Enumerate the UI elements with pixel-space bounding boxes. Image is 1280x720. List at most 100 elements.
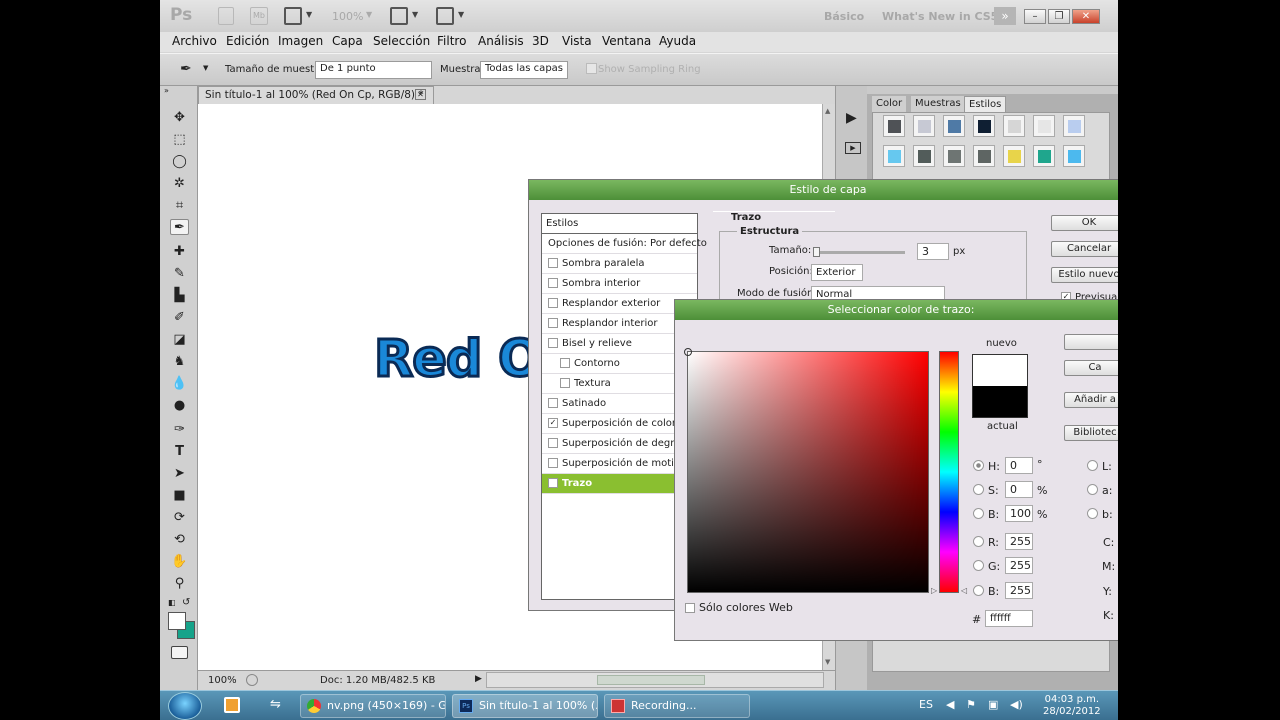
style-list-checkbox[interactable] xyxy=(560,378,570,388)
add-to-swatches-button[interactable]: Añadir a xyxy=(1064,392,1118,408)
style-swatch[interactable] xyxy=(883,115,905,137)
web-colors-toggle[interactable]: Sólo colores Web xyxy=(685,601,793,614)
actions-panel-icon[interactable]: ▶ xyxy=(846,110,857,126)
saturation-input[interactable]: 0 xyxy=(1005,481,1033,498)
taskbar-item-photoshop[interactable]: Ps Sin título-1 al 100% (... xyxy=(452,694,598,718)
foreground-color-swatch[interactable] xyxy=(168,612,186,630)
rectangle-tool-icon[interactable]: ■ xyxy=(170,488,189,504)
view-extras-icon[interactable] xyxy=(284,7,302,25)
styles-list-header[interactable]: Estilos xyxy=(542,214,697,234)
taskbar-item-browser[interactable]: nv.png (450×169) - G... xyxy=(300,694,446,718)
brightness-input[interactable]: 100 xyxy=(1005,505,1033,522)
style-swatch[interactable] xyxy=(1033,145,1055,167)
web-colors-checkbox[interactable] xyxy=(685,603,695,613)
menu-imagen[interactable]: Imagen xyxy=(278,34,323,48)
style-list-item[interactable]: Opciones de fusión: Por defecto xyxy=(542,234,707,254)
style-swatch[interactable] xyxy=(943,145,965,167)
screen-mode-icon[interactable] xyxy=(436,7,454,25)
chevron-down-icon[interactable]: ▼ xyxy=(412,10,418,19)
swap-colors-icon[interactable]: ↺ xyxy=(182,597,190,608)
hex-input[interactable]: ffffff xyxy=(985,610,1033,627)
menu-archivo[interactable]: Archivo xyxy=(172,34,217,48)
lasso-tool-icon[interactable]: ◯ xyxy=(170,154,189,170)
hue-slider-right-arrow-icon[interactable]: ◁ xyxy=(961,586,967,595)
default-colors-icon[interactable]: ◧ xyxy=(168,598,176,607)
menu-3d[interactable]: 3D xyxy=(532,34,549,48)
eyedropper-icon[interactable]: ✒ xyxy=(180,61,192,77)
arrange-documents-icon[interactable] xyxy=(390,7,408,25)
size-slider-thumb[interactable] xyxy=(813,247,820,257)
current-color-swatch[interactable] xyxy=(972,386,1028,418)
sample-select[interactable]: Todas las capas xyxy=(480,61,568,79)
brush-tool-icon[interactable]: ✎ xyxy=(170,266,189,282)
menu-edicion[interactable]: Edición xyxy=(226,34,269,48)
style-list-checkbox[interactable] xyxy=(548,278,558,288)
menu-capa[interactable]: Capa xyxy=(332,34,363,48)
style-list-checkbox[interactable] xyxy=(548,318,558,328)
paint-bucket-tool-icon[interactable]: ♞ xyxy=(170,354,189,370)
blur-tool-icon[interactable]: 💧 xyxy=(170,376,189,392)
blue-input[interactable]: 255 xyxy=(1005,582,1033,599)
type-tool-icon[interactable]: T xyxy=(170,444,189,460)
3d-rotate-tool-icon[interactable]: ⟳ xyxy=(170,510,189,526)
color-field-cursor[interactable] xyxy=(684,348,692,356)
workspace-basic[interactable]: Básico xyxy=(824,10,864,23)
flag-icon[interactable]: ⚑ xyxy=(966,698,976,711)
color-field[interactable] xyxy=(684,348,929,593)
ok-button[interactable]: OK xyxy=(1051,215,1118,231)
zoom-level[interactable]: 100% xyxy=(332,10,363,23)
tab-estilos[interactable]: Estilos xyxy=(964,96,1007,112)
close-tab-icon[interactable]: ✕ xyxy=(415,89,426,100)
style-swatch[interactable] xyxy=(1063,115,1085,137)
brightness-radio[interactable] xyxy=(973,508,984,522)
l-radio[interactable] xyxy=(1087,460,1098,474)
style-swatch[interactable] xyxy=(973,145,995,167)
crop-tool-icon[interactable]: ⌗ xyxy=(170,198,189,214)
quick-selection-tool-icon[interactable]: ✲ xyxy=(170,176,189,192)
mini-bridge-icon[interactable]: Mb xyxy=(250,7,268,25)
healing-brush-tool-icon[interactable]: ✚ xyxy=(170,244,189,260)
ok-button[interactable] xyxy=(1064,334,1118,350)
sampling-ring-checkbox[interactable] xyxy=(586,63,597,74)
workspace-whats-new[interactable]: What's New in CS5 xyxy=(882,10,998,23)
chevron-down-icon[interactable]: ▼ xyxy=(203,64,208,72)
new-style-button[interactable]: Estilo nuevo xyxy=(1051,267,1118,283)
menu-filtro[interactable]: Filtro xyxy=(437,34,466,48)
scroll-thumb[interactable] xyxy=(597,675,705,685)
size-slider[interactable] xyxy=(813,247,905,257)
red-radio[interactable] xyxy=(973,536,984,550)
animation-panel-icon[interactable]: ▶ xyxy=(845,142,861,154)
hue-slider[interactable] xyxy=(939,351,959,593)
status-menu-arrow-icon[interactable]: ▶ xyxy=(475,674,482,684)
style-list-checkbox[interactable]: ✓ xyxy=(548,418,558,428)
style-swatch[interactable] xyxy=(943,115,965,137)
hue-slider-left-arrow-icon[interactable]: ▷ xyxy=(931,586,937,595)
chevron-down-icon[interactable]: ▼ xyxy=(458,10,464,19)
tray-arrow-icon[interactable]: ◀ xyxy=(946,698,954,711)
clone-stamp-tool-icon[interactable]: ▙ xyxy=(170,288,189,304)
saturation-radio[interactable] xyxy=(973,484,984,498)
style-swatch[interactable] xyxy=(1003,115,1025,137)
style-swatch[interactable] xyxy=(1063,145,1085,167)
position-select[interactable]: Exterior xyxy=(811,264,863,281)
start-button[interactable] xyxy=(168,692,202,720)
network-tray-icon[interactable]: ▣ xyxy=(988,698,998,711)
green-radio[interactable] xyxy=(973,560,984,574)
menu-ventana[interactable]: Ventana xyxy=(602,34,651,48)
menu-vista[interactable]: Vista xyxy=(562,34,592,48)
quick-mask-icon[interactable] xyxy=(171,646,188,659)
size-input[interactable]: 3 xyxy=(917,243,949,260)
cancel-button[interactable]: Cancelar xyxy=(1051,241,1118,257)
minimize-button[interactable]: – xyxy=(1024,9,1046,24)
chevron-down-icon[interactable]: ▼ xyxy=(366,10,372,19)
document-tab[interactable]: Sin título-1 al 100% (Red On Cp, RGB/8) … xyxy=(198,86,434,104)
style-list-checkbox[interactable] xyxy=(548,338,558,348)
b-lab-radio[interactable] xyxy=(1087,508,1098,522)
cancel-button[interactable]: Ca xyxy=(1064,360,1118,376)
close-button[interactable]: ✕ xyxy=(1072,9,1100,24)
dodge-tool-icon[interactable]: ● xyxy=(170,398,189,414)
network-icon[interactable]: ⇋ xyxy=(270,697,286,713)
pen-tool-icon[interactable]: ✑ xyxy=(170,422,189,438)
menu-analisis[interactable]: Análisis xyxy=(478,34,524,48)
status-zoom[interactable]: 100% xyxy=(208,675,237,686)
